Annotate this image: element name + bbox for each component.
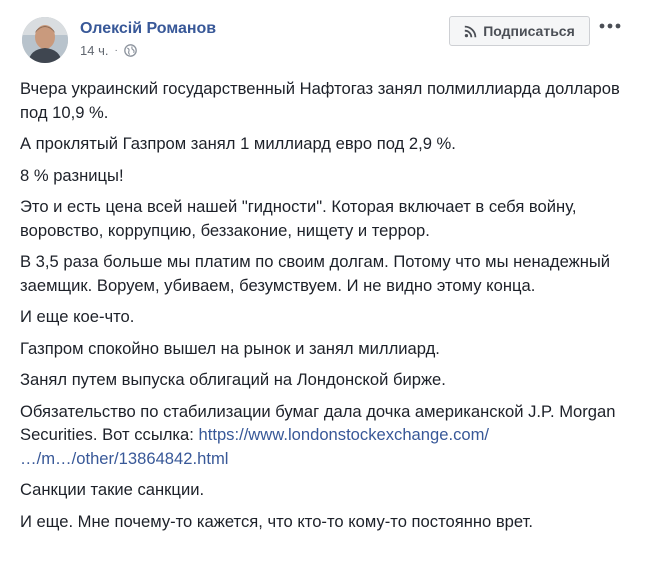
paragraph: И еще. Мне почему-то кажется, что кто-то… (20, 511, 533, 531)
link-text-line2: …/m…/other/13864842.html (20, 448, 229, 468)
subscribe-label: Подписаться (483, 23, 575, 39)
more-options-button[interactable] (597, 13, 623, 39)
link-text-line1: https://www.londonstockexchange.com/ (198, 425, 490, 444)
avatar-photo (22, 17, 68, 63)
paragraph: Санкции такие санкции. (20, 480, 205, 499)
ellipsis-icon (599, 23, 621, 29)
meta-separator: · (114, 45, 118, 56)
paragraph: В 3,5 раза больше мы платим по своим дол… (20, 252, 611, 295)
post-timestamp[interactable]: 14 ч. (80, 43, 108, 58)
paragraph-with-link: Обязательство по стабилизации бумаг дала… (20, 400, 625, 471)
paragraph: Газпром спокойно вышел на рынок и занял … (20, 338, 440, 358)
author-name[interactable]: Олексій Романов (80, 20, 216, 38)
globe-icon[interactable] (123, 44, 137, 57)
subscribe-button[interactable]: Подписаться (449, 16, 590, 46)
paragraph: Это и есть цена всей нашей "гидности". К… (20, 197, 577, 240)
avatar[interactable] (22, 17, 68, 63)
paragraph: А проклятый Газпром занял 1 миллиард евр… (20, 134, 456, 153)
rss-icon (464, 25, 477, 37)
paragraph: Занял путем выпуска облигаций на Лондонс… (20, 370, 446, 389)
post-meta: 14 ч. · (80, 43, 137, 58)
paragraph: И еще кое-что. (20, 307, 135, 326)
post-body: Вчера украинский государственный Нафтога… (20, 77, 625, 541)
paragraph: 8 % разницы! (20, 165, 124, 185)
paragraph: Вчера украинский государственный Нафтога… (20, 79, 620, 122)
facebook-post: Олексій Романов 14 ч. · Подписаться Вчер… (0, 0, 645, 566)
